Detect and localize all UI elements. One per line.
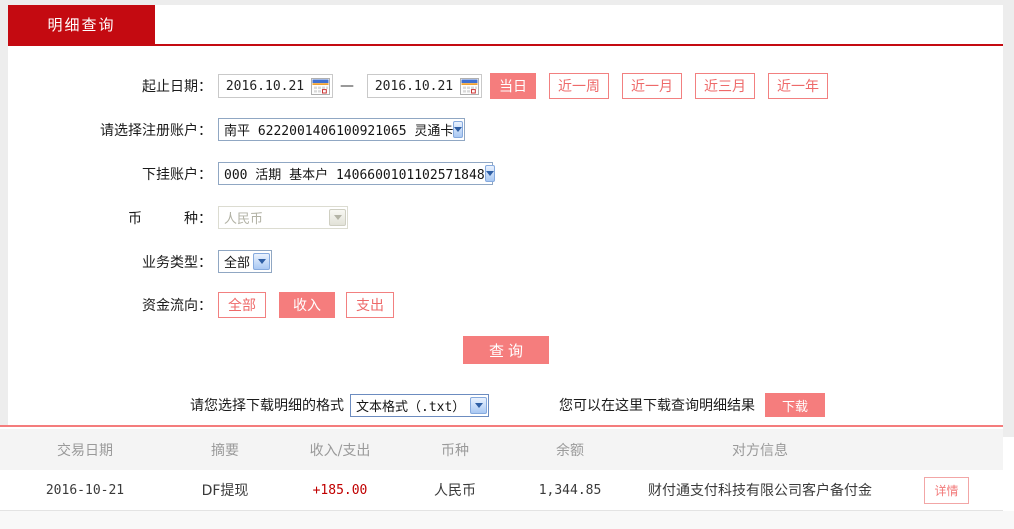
date-range-row: 起止日期： 2016.10.21 — 2016.10.21 当日 近一周 近一月… <box>8 73 828 99</box>
date-separator: — <box>340 78 354 94</box>
register-account-value: 南平 6222001406100921065 灵通卡 <box>224 124 454 139</box>
quick-range-quarter-button[interactable]: 近三月 <box>695 73 755 99</box>
fund-flow-label: 资金流向： <box>142 298 212 314</box>
section-divider <box>0 425 1003 427</box>
currency-select: 人民币 <box>218 206 348 229</box>
table-header-counterparty: 对方信息 <box>732 442 788 459</box>
query-button[interactable]: 查询 <box>463 336 549 364</box>
quick-range-month-button[interactable]: 近一月 <box>622 73 682 99</box>
table-header-amount: 收入/支出 <box>309 442 371 459</box>
table-header-balance: 余额 <box>556 442 584 459</box>
download-button[interactable]: 下载 <box>765 393 825 417</box>
start-date-value: 2016.10.21 <box>225 78 305 94</box>
table-header-date: 交易日期 <box>57 442 113 459</box>
start-date-input[interactable]: 2016.10.21 <box>218 74 333 98</box>
cell-transaction-date: 2016-10-21 <box>45 482 125 498</box>
chevron-down-icon[interactable] <box>253 253 270 270</box>
table-header-currency: 币种 <box>441 442 469 459</box>
cell-amount: +185.00 <box>312 482 368 498</box>
tab-detail-query[interactable]: 明细查询 <box>8 5 155 44</box>
download-row: 请您选择下载明细的格式 文本格式（.txt） 您可以在这里下载查询明细结果 下载 <box>190 393 825 417</box>
page-background-bottom <box>0 511 1014 529</box>
fund-flow-income-button[interactable]: 收入 <box>279 292 335 318</box>
quick-range-year-button[interactable]: 近一年 <box>768 73 828 99</box>
cell-currency: 人民币 <box>434 483 476 499</box>
business-type-value: 全部 <box>224 256 251 271</box>
cell-balance: 1,344.85 <box>538 482 602 498</box>
tab-bar: 明细查询 <box>8 5 1003 46</box>
end-date-value: 2016.10.21 <box>374 78 454 94</box>
business-type-row: 业务类型： 全部 <box>8 250 272 273</box>
date-range-label: 起止日期： <box>142 79 212 95</box>
sub-account-row: 下挂账户： 000 活期 基本户 1406600101102571848 <box>8 162 495 185</box>
chevron-down-icon[interactable] <box>470 396 487 414</box>
currency-row: 币 种： 人民币 <box>8 206 348 229</box>
register-account-label: 请选择注册账户： <box>100 122 212 139</box>
quick-range-today-button[interactable]: 当日 <box>490 73 536 99</box>
download-format-label: 请您选择下载明细的格式 <box>190 398 344 414</box>
currency-value: 人民币 <box>224 212 264 227</box>
detail-button[interactable]: 详情 <box>924 476 969 504</box>
sub-account-label: 下挂账户： <box>142 166 212 183</box>
chevron-down-icon[interactable] <box>453 121 464 138</box>
currency-label: 币 种： <box>128 210 212 227</box>
fund-flow-row: 资金流向： 全部 收入 支出 <box>8 292 394 318</box>
business-type-select[interactable]: 全部 <box>218 250 272 273</box>
calendar-icon[interactable] <box>460 77 479 95</box>
table-header-row: 交易日期 摘要 收入/支出 币种 余额 对方信息 <box>0 429 1003 470</box>
cell-summary: DF提现 <box>201 483 249 499</box>
query-form-panel: 起止日期： 2016.10.21 — 2016.10.21 当日 近一周 近一月… <box>8 46 1003 425</box>
end-date-input[interactable]: 2016.10.21 <box>367 74 482 98</box>
download-hint: 您可以在这里下载查询明细结果 <box>559 398 755 414</box>
fund-flow-all-button[interactable]: 全部 <box>218 292 266 318</box>
page-background-right <box>1003 5 1014 437</box>
business-type-label: 业务类型： <box>142 254 212 271</box>
fund-flow-expense-button[interactable]: 支出 <box>346 292 394 318</box>
register-account-row: 请选择注册账户： 南平 6222001406100921065 灵通卡 <box>8 118 465 141</box>
cell-counterparty: 财付通支付科技有限公司客户备付金 <box>648 483 872 499</box>
table-row: 2016-10-21 DF提现 +185.00 人民币 1,344.85 财付通… <box>0 470 1003 511</box>
page-background-left <box>0 5 8 425</box>
register-account-select[interactable]: 南平 6222001406100921065 灵通卡 <box>218 118 465 141</box>
sub-account-value: 000 活期 基本户 1406600101102571848 <box>224 168 485 183</box>
quick-range-week-button[interactable]: 近一周 <box>549 73 609 99</box>
download-format-select[interactable]: 文本格式（.txt） <box>350 393 489 417</box>
chevron-down-icon[interactable] <box>484 165 495 182</box>
chevron-down-icon <box>329 209 346 226</box>
table-header-summary: 摘要 <box>211 442 239 459</box>
sub-account-select[interactable]: 000 活期 基本户 1406600101102571848 <box>218 162 495 185</box>
calendar-icon[interactable] <box>311 77 330 95</box>
download-format-value: 文本格式（.txt） <box>356 399 466 415</box>
